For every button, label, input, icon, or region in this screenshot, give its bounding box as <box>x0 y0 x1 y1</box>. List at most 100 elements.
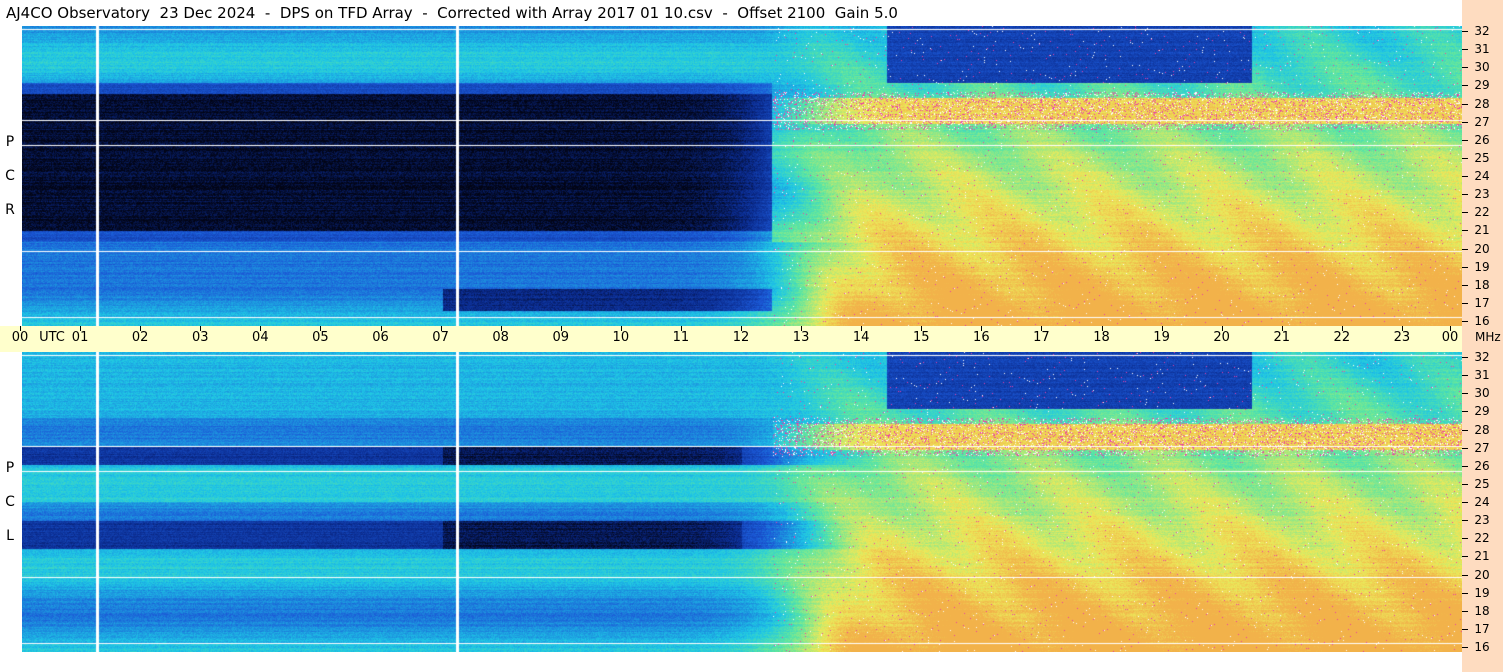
freq-tick-label: 27 <box>1474 440 1490 455</box>
time-tick-label: 02 <box>131 330 149 345</box>
time-tick-mark <box>560 326 562 331</box>
time-tick-mark <box>1221 326 1223 331</box>
freq-tick-mark <box>1462 483 1468 485</box>
freq-tick-label: 29 <box>1474 78 1490 93</box>
freq-tick-label: 26 <box>1474 458 1490 473</box>
freq-tick-label: 25 <box>1474 150 1490 165</box>
time-tick-label: 10 <box>612 330 630 345</box>
chart-title: AJ4CO Observatory 23 Dec 2024 - DPS on T… <box>0 0 1462 26</box>
freq-tick-mark <box>1462 574 1468 576</box>
time-tick-label: 05 <box>312 330 329 345</box>
time-tick-label: 22 <box>1333 330 1351 345</box>
freq-tick-mark <box>1462 556 1468 558</box>
freq-tick-mark <box>1462 31 1468 32</box>
freq-tick-label: 19 <box>1474 585 1490 600</box>
freq-tick-label: 16 <box>1474 640 1490 654</box>
time-tick-mark <box>380 326 382 331</box>
time-tick-mark <box>1041 326 1043 331</box>
freq-tick-mark <box>1462 121 1468 123</box>
time-tick-label: 11 <box>672 330 690 345</box>
freq-tick-label: 21 <box>1474 549 1490 564</box>
freq-tick-mark <box>1462 230 1468 232</box>
time-tick-mark <box>921 326 923 331</box>
freq-tick-mark <box>1462 628 1468 630</box>
freq-tick-mark <box>1462 393 1468 395</box>
freq-tick-mark <box>1462 429 1468 431</box>
freq-tick-mark <box>1462 447 1468 449</box>
time-tick-mark <box>260 326 262 331</box>
time-tick-label: 15 <box>912 330 930 345</box>
time-tick-label: 13 <box>792 330 810 345</box>
freq-tick-label: 16 <box>1474 314 1490 328</box>
freq-tick-mark <box>1462 49 1468 51</box>
freq-tick-mark <box>1462 465 1468 467</box>
time-tick-label: 16 <box>973 330 990 345</box>
freq-tick-label: 30 <box>1474 60 1490 75</box>
freq-tick-label: 19 <box>1474 259 1490 274</box>
mhz-unit-label: MHz <box>1475 330 1501 344</box>
pol-letter-l: L <box>6 528 14 544</box>
pol-letter-c2: C <box>5 494 15 510</box>
freq-tick-mark <box>1462 647 1468 648</box>
freq-tick-label: 27 <box>1474 114 1490 129</box>
time-tick-label: 01 <box>71 330 89 345</box>
freq-tick-mark <box>1462 502 1468 503</box>
freq-tick-mark <box>1462 176 1468 177</box>
freq-tick-mark <box>1462 266 1468 268</box>
freq-tick-label: 20 <box>1474 241 1490 256</box>
freq-tick-mark <box>1462 139 1468 141</box>
time-tick-mark <box>500 326 502 331</box>
freq-tick-label: 31 <box>1474 368 1490 383</box>
freq-tick-mark <box>1462 194 1468 196</box>
freq-tick-label: 17 <box>1474 621 1490 636</box>
freq-tick-mark <box>1462 302 1468 304</box>
time-tick-mark <box>80 326 82 331</box>
freq-tick-label: 23 <box>1474 513 1490 528</box>
freq-tick-label: 18 <box>1474 277 1490 292</box>
time-tick-mark <box>140 326 142 331</box>
freq-tick-mark <box>1462 538 1468 540</box>
time-tick-label: 21 <box>1273 330 1291 345</box>
time-tick-label: 19 <box>1153 330 1170 345</box>
time-tick-label: 09 <box>552 330 570 345</box>
time-tick-label: 23 <box>1393 330 1411 345</box>
freq-tick-label: 28 <box>1474 96 1490 111</box>
rcp-spectrogram <box>22 26 1462 326</box>
time-tick-mark <box>1401 326 1403 331</box>
freq-tick-label: 20 <box>1474 567 1490 582</box>
freq-tick-mark <box>1462 67 1468 69</box>
time-tick-label: 12 <box>732 330 750 345</box>
freq-tick-label: 24 <box>1474 169 1490 183</box>
freq-tick-label: 24 <box>1474 495 1490 509</box>
time-tick-label: 03 <box>191 330 209 345</box>
utc-time-axis: 00 UTC 01 02 03 04 05 06 07 08 09 10 11 12 13 14 15 16 17 1… <box>0 326 1462 352</box>
time-tick-mark <box>1101 326 1103 331</box>
freq-tick-label: 22 <box>1474 205 1490 220</box>
time-tick-mark <box>1161 326 1163 331</box>
freq-tick-label: 26 <box>1474 132 1490 147</box>
freq-tick-label: 30 <box>1474 386 1490 401</box>
freq-tick-label: 31 <box>1474 42 1490 57</box>
time-tick-mark <box>981 326 983 331</box>
freq-tick-mark <box>1462 212 1468 214</box>
time-tick-label: 14 <box>852 330 870 345</box>
pol-letter-p2: P <box>5 460 15 476</box>
freq-tick-mark <box>1462 520 1468 522</box>
freq-tick-label: 17 <box>1474 295 1490 310</box>
freq-tick-label: 18 <box>1474 603 1490 618</box>
time-tick-label: 08 <box>492 330 509 345</box>
time-tick-mark <box>620 326 622 331</box>
time-tick-label: 04 <box>252 330 269 345</box>
time-tick-label: 00 <box>1441 330 1459 345</box>
freq-tick-label: 29 <box>1474 404 1490 419</box>
time-tick-mark <box>20 326 21 331</box>
time-tick-label: 17 <box>1033 330 1050 345</box>
freq-tick-label: 32 <box>1474 350 1490 364</box>
time-tick-label: UTC <box>39 330 65 345</box>
time-tick-mark <box>861 326 863 331</box>
time-tick-mark <box>1281 326 1283 331</box>
pol-letter-r: R <box>5 202 15 218</box>
time-tick-mark <box>200 326 202 331</box>
freq-tick-mark <box>1462 85 1468 87</box>
freq-tick-mark <box>1462 248 1468 250</box>
